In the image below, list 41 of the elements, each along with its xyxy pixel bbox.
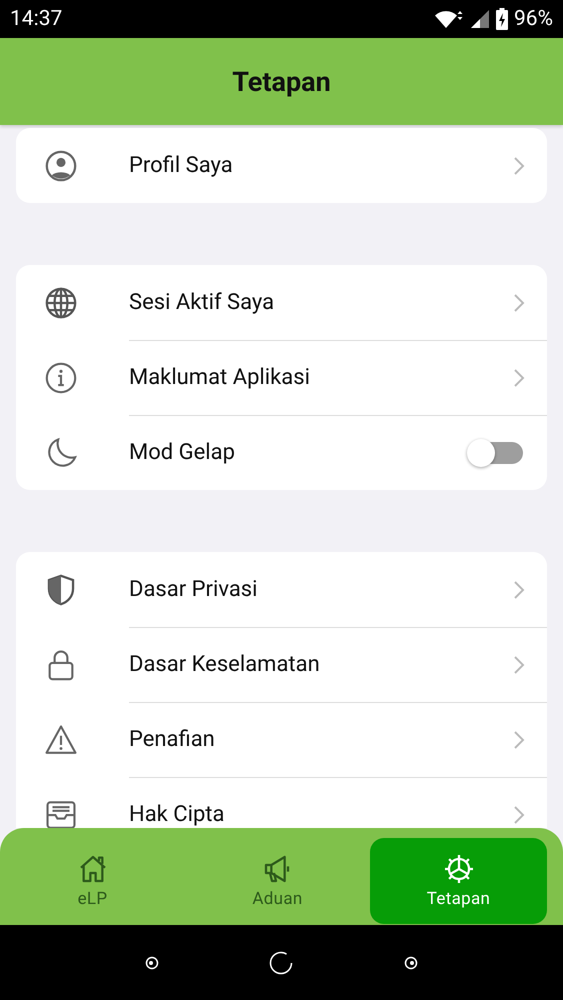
recents-icon[interactable] xyxy=(404,956,418,970)
settings-item[interactable]: Penafian xyxy=(16,702,547,777)
chevron-icon xyxy=(513,654,525,674)
settings-item[interactable]: Mod Gelap xyxy=(16,415,547,490)
settings-item[interactable]: Sesi Aktif Saya xyxy=(16,265,547,340)
clock-time: 14:37 xyxy=(10,7,62,31)
item-label: Maklumat Aplikasi xyxy=(129,365,311,390)
item-label: Mod Gelap xyxy=(129,440,236,465)
battery-icon xyxy=(496,8,508,30)
chevron-icon xyxy=(513,292,525,312)
settings-item[interactable]: Profil Saya xyxy=(16,128,547,203)
settings-item[interactable]: Dasar Keselamatan xyxy=(16,627,547,702)
back-icon[interactable] xyxy=(145,956,160,970)
chevron-icon xyxy=(513,580,525,600)
home-button-icon[interactable] xyxy=(269,950,294,974)
settings-item[interactable]: Dasar Privasi xyxy=(16,552,547,627)
nav-tab[interactable]: Aduan xyxy=(185,838,370,924)
item-label: Dasar Keselamatan xyxy=(129,652,321,677)
chevron-icon xyxy=(513,804,525,824)
screen-title: Tetapan xyxy=(232,66,331,98)
item-label: Penafian xyxy=(129,727,216,752)
settings-item[interactable]: Hak Cipta xyxy=(16,777,547,828)
chevron-icon xyxy=(513,368,525,388)
info-icon xyxy=(44,360,78,394)
nav-tab[interactable]: Tetapan xyxy=(370,838,547,924)
chevron-icon xyxy=(513,730,525,750)
signal-icon xyxy=(470,9,490,29)
chevron-icon xyxy=(513,156,525,176)
item-label: Dasar Privasi xyxy=(129,577,258,602)
item-label: Profil Saya xyxy=(129,153,234,178)
warning-icon xyxy=(44,722,78,756)
toggle-switch[interactable] xyxy=(467,438,523,466)
wifi-icon xyxy=(434,8,464,30)
item-label: Hak Cipta xyxy=(129,802,226,827)
battery-percent: 96% xyxy=(514,7,553,31)
item-label: Sesi Aktif Saya xyxy=(129,290,276,315)
settings-item[interactable]: Maklumat Aplikasi xyxy=(16,340,547,415)
globe-icon xyxy=(44,286,78,320)
settings-icon xyxy=(442,853,474,885)
user-icon xyxy=(44,148,78,182)
nav-tab[interactable]: eLP xyxy=(0,838,185,924)
